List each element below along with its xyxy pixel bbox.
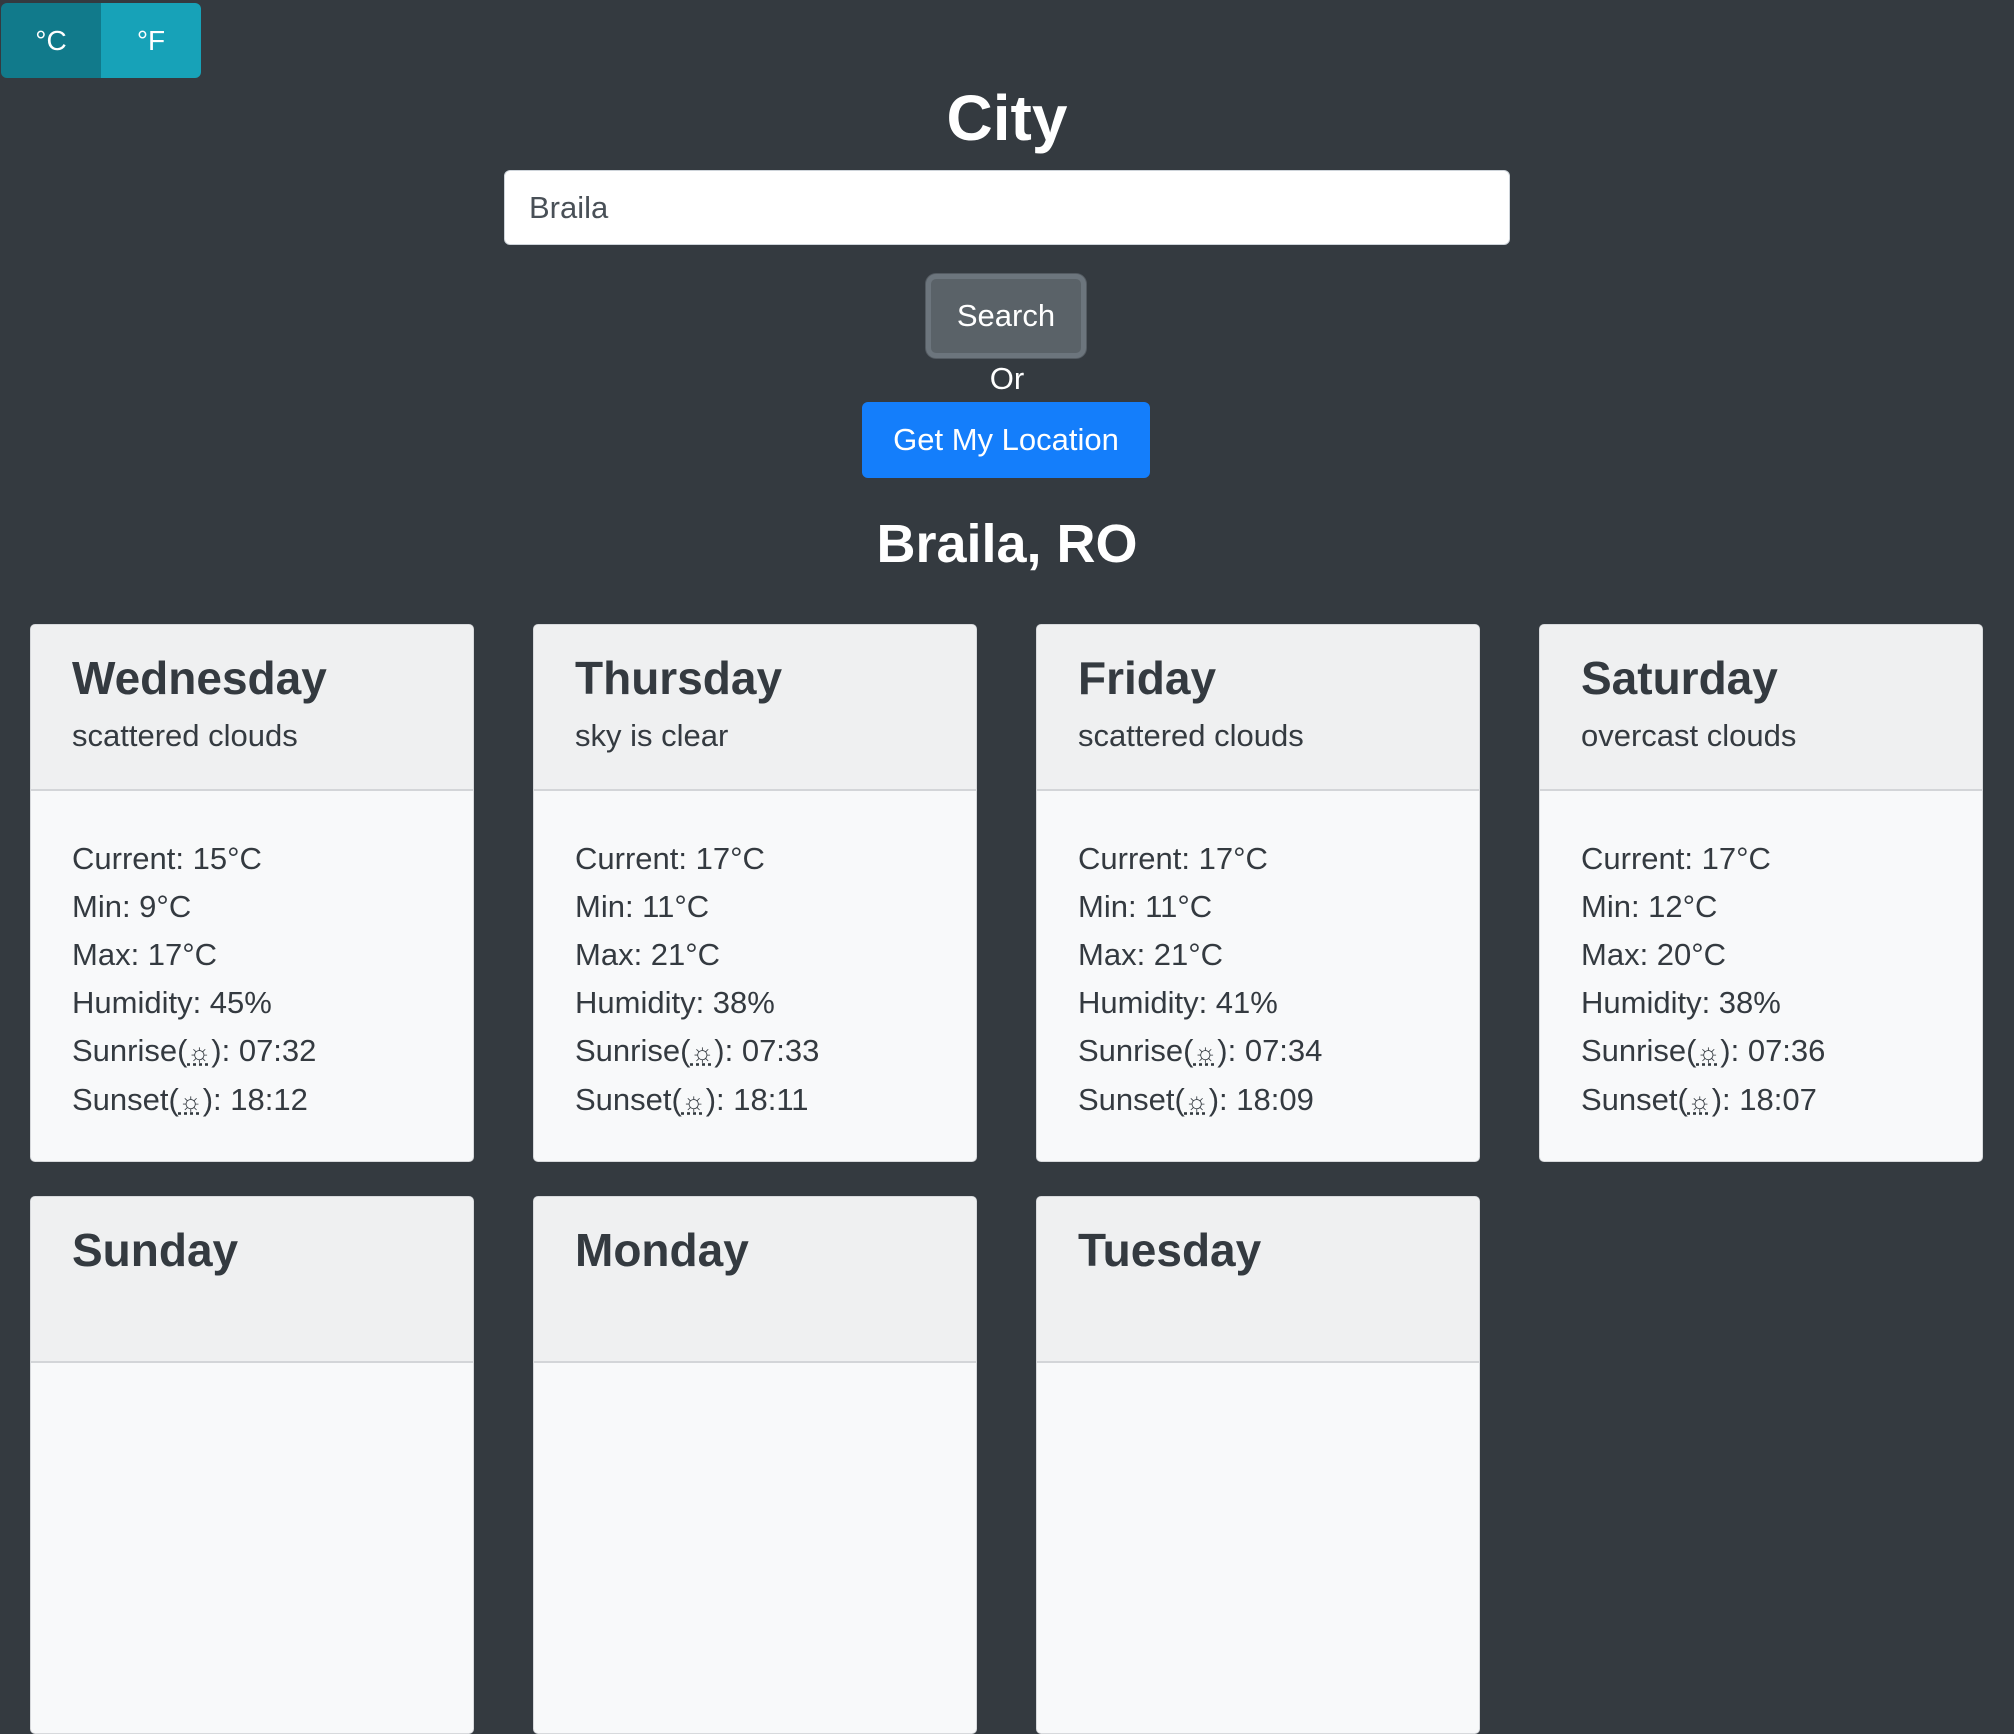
sunset-time: ): 18:09 xyxy=(1208,1082,1314,1117)
current-temp: Current: 17°C xyxy=(1581,841,1771,876)
card-header: Wednesday scattered clouds xyxy=(31,625,473,791)
max-temp: Max: 21°C xyxy=(1078,937,1224,972)
current-temp: Current: 15°C xyxy=(72,841,262,876)
day-name: Wednesday xyxy=(72,652,327,704)
sunset-icon: ☼ xyxy=(1184,1086,1209,1116)
sunset-row: Sunset(☼): 18:07 xyxy=(1581,1076,1942,1125)
current-temp: Current: 17°C xyxy=(1078,841,1268,876)
sunset-row: Sunset(☼): 18:11 xyxy=(575,1076,936,1125)
search-button[interactable]: Search xyxy=(926,274,1086,358)
city-search-input[interactable] xyxy=(504,170,1510,245)
sunset-icon: ☼ xyxy=(178,1086,203,1116)
humidity: Humidity: 38% xyxy=(575,985,775,1020)
forecast-card: Monday xyxy=(533,1196,977,1734)
card-header: Saturday overcast clouds xyxy=(1540,625,1982,791)
humidity: Humidity: 38% xyxy=(1581,985,1781,1020)
card-header: Thursday sky is clear xyxy=(534,625,976,791)
card-header: Tuesday xyxy=(1037,1197,1479,1363)
min-temp: Min: 9°C xyxy=(72,889,192,924)
weather-description: overcast clouds xyxy=(1581,718,1797,753)
location-title: Braila, RO xyxy=(876,514,1138,574)
get-location-button[interactable]: Get My Location xyxy=(862,402,1150,478)
weather-description: scattered clouds xyxy=(1078,718,1304,753)
sunrise-row: Sunrise(☼): 07:36 xyxy=(1581,1027,1942,1076)
sunrise-icon: ☼ xyxy=(187,1037,212,1067)
min-temp: Min: 11°C xyxy=(1078,889,1213,924)
sunrise-label: Sunrise( xyxy=(1078,1033,1194,1068)
card-body: Current: 17°C Min: 11°C Max: 21°C Humidi… xyxy=(534,791,976,1125)
or-separator: Or xyxy=(989,361,1025,396)
unit-toggle: °C °F xyxy=(1,3,201,78)
sunrise-time: ): 07:34 xyxy=(1217,1033,1323,1068)
sunset-time: ): 18:12 xyxy=(202,1082,308,1117)
forecast-card: Wednesday scattered clouds Current: 15°C… xyxy=(30,624,474,1162)
sunrise-row: Sunrise(☼): 07:33 xyxy=(575,1027,936,1076)
sunrise-label: Sunrise( xyxy=(72,1033,188,1068)
day-name: Monday xyxy=(575,1224,749,1276)
sunrise-icon: ☼ xyxy=(690,1037,715,1067)
sunrise-row: Sunrise(☼): 07:34 xyxy=(1078,1027,1439,1076)
sunset-label: Sunset( xyxy=(1581,1082,1688,1117)
card-body: Current: 17°C Min: 12°C Max: 20°C Humidi… xyxy=(1540,791,1982,1125)
sunset-row: Sunset(☼): 18:09 xyxy=(1078,1076,1439,1125)
sunrise-icon: ☼ xyxy=(1696,1037,1721,1067)
weather-description: scattered clouds xyxy=(72,718,298,753)
max-temp: Max: 17°C xyxy=(72,937,218,972)
min-temp: Min: 11°C xyxy=(575,889,710,924)
current-temp: Current: 17°C xyxy=(575,841,765,876)
card-body: Current: 15°C Min: 9°C Max: 17°C Humidit… xyxy=(31,791,473,1125)
forecast-card: Friday scattered clouds Current: 17°C Mi… xyxy=(1036,624,1480,1162)
forecast-cards: Wednesday scattered clouds Current: 15°C… xyxy=(30,624,1984,1734)
humidity: Humidity: 45% xyxy=(72,985,272,1020)
sunset-icon: ☼ xyxy=(681,1086,706,1116)
fahrenheit-button[interactable]: °F xyxy=(101,3,201,78)
page-title: City xyxy=(946,82,1068,154)
forecast-card: Tuesday xyxy=(1036,1196,1480,1734)
humidity: Humidity: 41% xyxy=(1078,985,1278,1020)
sunset-label: Sunset( xyxy=(72,1082,179,1117)
weather-description: sky is clear xyxy=(575,718,729,753)
sunset-row: Sunset(☼): 18:12 xyxy=(72,1076,433,1125)
sunset-icon: ☼ xyxy=(1687,1086,1712,1116)
celsius-button[interactable]: °C xyxy=(1,3,101,78)
forecast-card: Saturday overcast clouds Current: 17°C M… xyxy=(1539,624,1983,1162)
day-name: Tuesday xyxy=(1078,1224,1262,1276)
sunrise-label: Sunrise( xyxy=(575,1033,691,1068)
day-name: Sunday xyxy=(72,1224,239,1276)
card-body: Current: 17°C Min: 11°C Max: 21°C Humidi… xyxy=(1037,791,1479,1125)
card-header: Monday xyxy=(534,1197,976,1363)
max-temp: Max: 20°C xyxy=(1581,937,1727,972)
max-temp: Max: 21°C xyxy=(575,937,721,972)
day-name: Friday xyxy=(1078,652,1217,704)
sunrise-time: ): 07:32 xyxy=(211,1033,317,1068)
forecast-card: Sunday xyxy=(30,1196,474,1734)
day-name: Thursday xyxy=(575,652,783,704)
sunset-time: ): 18:07 xyxy=(1711,1082,1817,1117)
sunrise-time: ): 07:36 xyxy=(1720,1033,1826,1068)
sunset-label: Sunset( xyxy=(1078,1082,1185,1117)
forecast-card: Thursday sky is clear Current: 17°C Min:… xyxy=(533,624,977,1162)
sunrise-label: Sunrise( xyxy=(1581,1033,1697,1068)
min-temp: Min: 12°C xyxy=(1581,889,1718,924)
sunset-label: Sunset( xyxy=(575,1082,682,1117)
sunrise-row: Sunrise(☼): 07:32 xyxy=(72,1027,433,1076)
card-header: Sunday xyxy=(31,1197,473,1363)
card-header: Friday scattered clouds xyxy=(1037,625,1479,791)
day-name: Saturday xyxy=(1581,652,1778,704)
sunrise-time: ): 07:33 xyxy=(714,1033,820,1068)
sunset-time: ): 18:11 xyxy=(705,1082,809,1117)
sunrise-icon: ☼ xyxy=(1193,1037,1218,1067)
